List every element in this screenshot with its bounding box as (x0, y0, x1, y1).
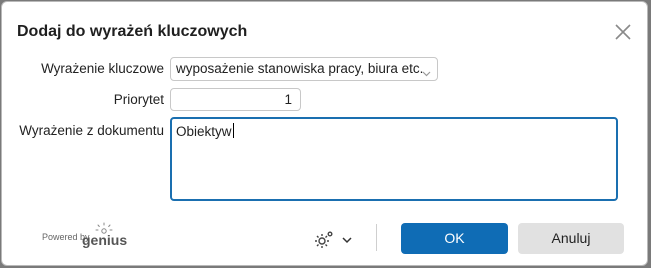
document-expression-textarea[interactable]: Obiektyw (170, 117, 618, 201)
priority-input[interactable]: 1 (170, 88, 301, 111)
text-caret (232, 123, 234, 138)
document-expression-label: Wyrażenie z dokumentu (19, 123, 164, 138)
close-icon[interactable] (613, 22, 633, 42)
genius-logo: genius (82, 222, 132, 253)
gear-icon (315, 231, 333, 248)
footer-divider (376, 224, 377, 251)
chevron-down-icon (342, 237, 352, 244)
dialog-title: Dodaj do wyrażeń kluczowych (17, 23, 248, 40)
document-expression-value: Obiektyw (176, 124, 232, 139)
priority-label: Priorytet (113, 92, 164, 107)
keyword-select-value: wyposażenie stanowiska pracy, biura etc. (176, 61, 424, 76)
keyword-label: Wyrażenie kluczowe (41, 61, 164, 76)
chevron-down-icon (422, 65, 431, 80)
settings-menu[interactable] (313, 229, 355, 256)
brand-text: genius (82, 232, 127, 248)
ok-button[interactable]: OK (401, 223, 508, 254)
dialog: Dodaj do wyrażeń kluczowych Wyrażenie kl… (1, 1, 648, 266)
cancel-button[interactable]: Anuluj (518, 223, 624, 254)
keyword-select[interactable]: wyposażenie stanowiska pracy, biura etc. (170, 57, 438, 81)
